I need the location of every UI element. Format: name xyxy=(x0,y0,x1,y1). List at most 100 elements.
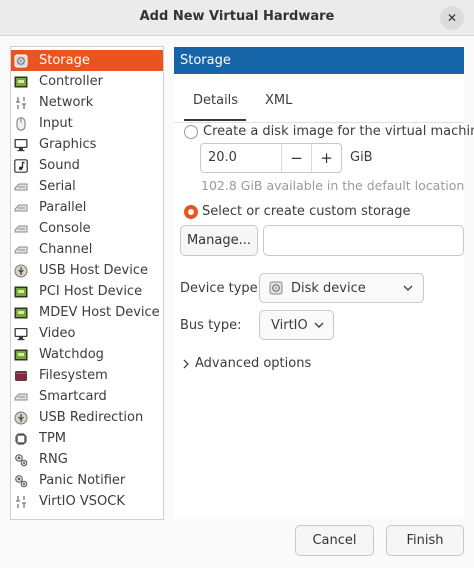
sidebar-item-label: USB Host Device xyxy=(39,263,149,278)
custom-storage-radio[interactable] xyxy=(184,205,198,219)
sound-icon xyxy=(13,158,29,174)
panic-notifier-icon xyxy=(13,473,29,489)
sidebar-item-label: Console xyxy=(39,221,91,236)
display-icon xyxy=(13,137,29,153)
smartcard-icon xyxy=(13,389,29,405)
sidebar-item-usb-redirection[interactable]: USB Redirection xyxy=(11,407,163,428)
vsock-icon xyxy=(13,494,29,510)
channel-icon xyxy=(13,242,29,258)
device-type-select[interactable]: Disk device xyxy=(259,273,424,303)
filesystem-icon xyxy=(13,368,29,384)
usb-redirection-icon xyxy=(13,410,29,426)
console-icon xyxy=(13,221,29,237)
sidebar-item-label: USB Redirection xyxy=(39,410,144,425)
sidebar-item-label: Network xyxy=(39,95,94,110)
mouse-icon xyxy=(13,116,29,132)
manage-button[interactable]: Manage... xyxy=(180,225,258,256)
create-disk-label: Create a disk image for the virtual mach… xyxy=(203,124,474,139)
create-disk-radio[interactable] xyxy=(184,125,198,139)
advanced-options-label: Advanced options xyxy=(195,356,312,371)
sidebar-item-label: Controller xyxy=(39,74,103,89)
bus-type-label: Bus type: xyxy=(180,318,242,333)
chevron-right-icon xyxy=(183,359,189,369)
disk-icon xyxy=(269,281,283,295)
serial-icon xyxy=(13,179,29,195)
increase-size-button[interactable]: + xyxy=(311,144,341,172)
rng-icon xyxy=(13,452,29,468)
sidebar-item-channel[interactable]: Channel xyxy=(11,239,163,260)
decrease-size-button[interactable]: − xyxy=(281,144,311,172)
sidebar-item-network[interactable]: Network xyxy=(11,92,163,113)
minus-icon: − xyxy=(290,149,303,167)
panel-header: Storage xyxy=(174,47,464,74)
bus-type-select[interactable]: VirtIO xyxy=(259,310,334,340)
device-type-label: Device type: xyxy=(180,281,263,296)
sidebar-item-virtio-vsock[interactable]: VirtIO VSOCK xyxy=(11,491,163,512)
tab-divider xyxy=(174,122,464,123)
sidebar-item-console[interactable]: Console xyxy=(11,218,163,239)
sidebar-item-label: Input xyxy=(39,116,73,131)
sidebar-item-usb-host-device[interactable]: USB Host Device xyxy=(11,260,163,281)
sidebar-item-tpm[interactable]: TPM xyxy=(11,428,163,449)
sidebar-item-label: Video xyxy=(39,326,76,341)
sidebar-item-label: Parallel xyxy=(39,200,87,215)
sidebar-item-label: TPM xyxy=(39,431,66,446)
advanced-options-expander[interactable]: Advanced options xyxy=(183,356,311,371)
sidebar-item-rng[interactable]: RNG xyxy=(11,449,163,470)
storage-path-input[interactable] xyxy=(263,225,464,256)
sidebar-item-filesystem[interactable]: Filesystem xyxy=(11,365,163,386)
sidebar-item-label: VirtIO VSOCK xyxy=(39,494,125,509)
sidebar-item-label: Storage xyxy=(39,53,90,68)
sidebar-item-smartcard[interactable]: Smartcard xyxy=(11,386,163,407)
bus-type-value: VirtIO xyxy=(271,317,308,333)
tab-details[interactable]: Details xyxy=(184,93,246,121)
sidebar-item-label: Serial xyxy=(39,179,76,194)
hardware-type-list: Storage Controller Network Input Graphic… xyxy=(10,46,164,520)
plus-icon: + xyxy=(320,149,333,167)
disk-size-spinner[interactable]: 20.0 − + xyxy=(200,143,342,173)
mdev-icon xyxy=(13,305,29,321)
sidebar-item-sound[interactable]: Sound xyxy=(11,155,163,176)
storage-icon xyxy=(13,53,29,69)
sidebar-item-graphics[interactable]: Graphics xyxy=(11,134,163,155)
tab-label: XML xyxy=(265,93,293,108)
sidebar-item-watchdog[interactable]: Watchdog xyxy=(11,344,163,365)
sidebar-item-input[interactable]: Input xyxy=(11,113,163,134)
close-button[interactable]: ✕ xyxy=(440,6,464,30)
sidebar-item-serial[interactable]: Serial xyxy=(11,176,163,197)
pci-icon xyxy=(13,284,29,300)
window-title: Add New Virtual Hardware xyxy=(139,9,335,24)
tab-xml[interactable]: XML xyxy=(265,93,292,121)
video-icon xyxy=(13,326,29,342)
chevron-down-icon xyxy=(314,322,324,328)
disk-size-value[interactable]: 20.0 xyxy=(201,144,281,172)
sidebar-item-label: MDEV Host Device xyxy=(39,305,160,320)
sidebar-item-video[interactable]: Video xyxy=(11,323,163,344)
chevron-down-icon xyxy=(403,285,413,291)
network-icon xyxy=(13,95,29,111)
usb-icon xyxy=(13,263,29,279)
finish-button[interactable]: Finish xyxy=(386,525,464,556)
sidebar-item-label: Panic Notifier xyxy=(39,473,126,488)
available-space-text: 102.8 GiB available in the default locat… xyxy=(201,178,465,193)
sidebar-item-pci-host-device[interactable]: PCI Host Device xyxy=(11,281,163,302)
sidebar-item-label: Channel xyxy=(39,242,93,257)
tab-label: Details xyxy=(193,93,239,108)
sidebar-item-label: Filesystem xyxy=(39,368,108,383)
controller-icon xyxy=(13,74,29,90)
tpm-icon xyxy=(13,431,29,447)
sidebar-item-label: Smartcard xyxy=(39,389,107,404)
sidebar-item-label: Graphics xyxy=(39,137,97,152)
sidebar-item-label: PCI Host Device xyxy=(39,284,143,299)
device-type-value: Disk device xyxy=(291,280,366,296)
sidebar-item-panic-notifier[interactable]: Panic Notifier xyxy=(11,470,163,491)
sidebar-item-storage[interactable]: Storage xyxy=(11,50,163,71)
sidebar-item-parallel[interactable]: Parallel xyxy=(11,197,163,218)
sidebar-item-controller[interactable]: Controller xyxy=(11,71,163,92)
custom-storage-label: Select or create custom storage xyxy=(202,204,411,219)
watchdog-icon xyxy=(13,347,29,363)
cancel-button[interactable]: Cancel xyxy=(295,525,374,556)
sidebar-item-mdev-host-device[interactable]: MDEV Host Device xyxy=(11,302,163,323)
title-bar: Add New Virtual Hardware ✕ xyxy=(0,0,474,36)
sidebar-item-label: RNG xyxy=(39,452,68,467)
